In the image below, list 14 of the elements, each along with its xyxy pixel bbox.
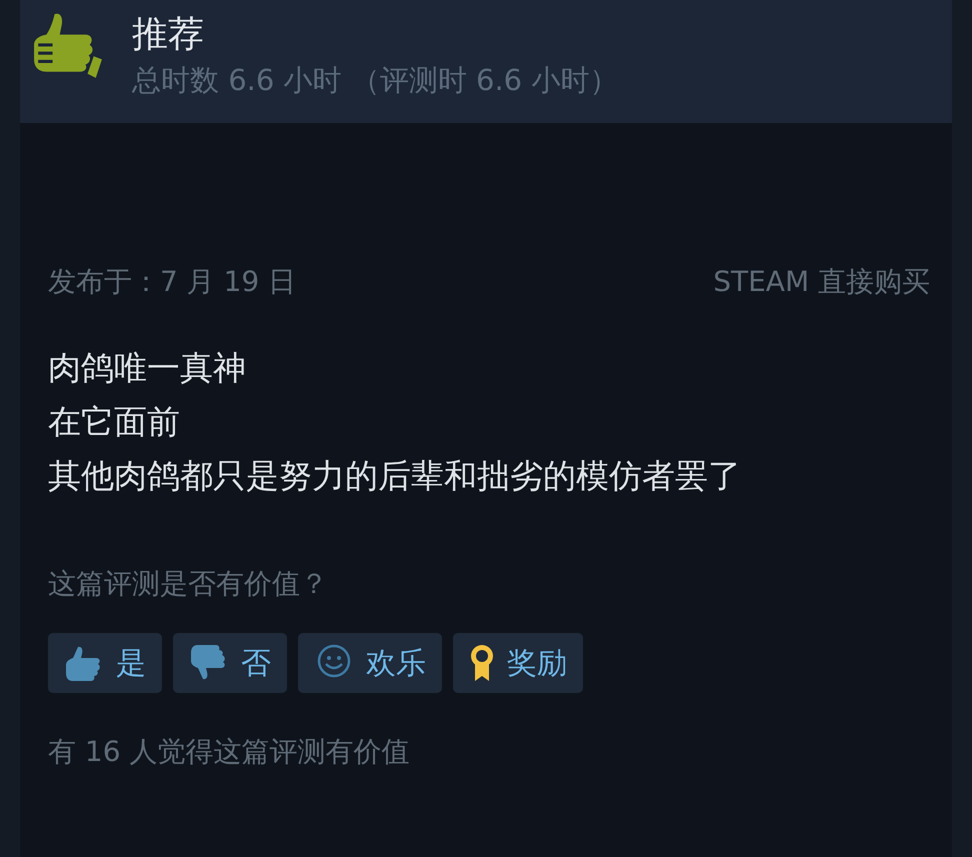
helpful-count: 有 16 人觉得这篇评测有价值 [48, 734, 410, 770]
review-text-line: 肉鸽唯一真神 [48, 347, 247, 389]
funny-button[interactable]: 欢乐 [298, 633, 442, 693]
no-button[interactable]: 否 [173, 633, 287, 693]
purchase-source: STEAM 直接购买 [713, 264, 930, 300]
verdict-title: 推荐 [132, 13, 205, 57]
review-text-line: 其他肉鸽都只是努力的后辈和拙劣的模仿者罢了 [48, 455, 742, 497]
playtime-text: 总时数 6.6 小时 （评测时 6.6 小时） [132, 62, 618, 99]
posted-date: 发布于：7 月 19 日 [48, 264, 296, 300]
award-button[interactable]: 奖励 [453, 633, 583, 693]
review-text-line: 在它面前 [48, 401, 181, 443]
helpful-prompt: 这篇评测是否有价值？ [48, 566, 329, 602]
award-ribbon-icon [469, 643, 495, 683]
yes-button[interactable]: 是 [48, 633, 162, 693]
